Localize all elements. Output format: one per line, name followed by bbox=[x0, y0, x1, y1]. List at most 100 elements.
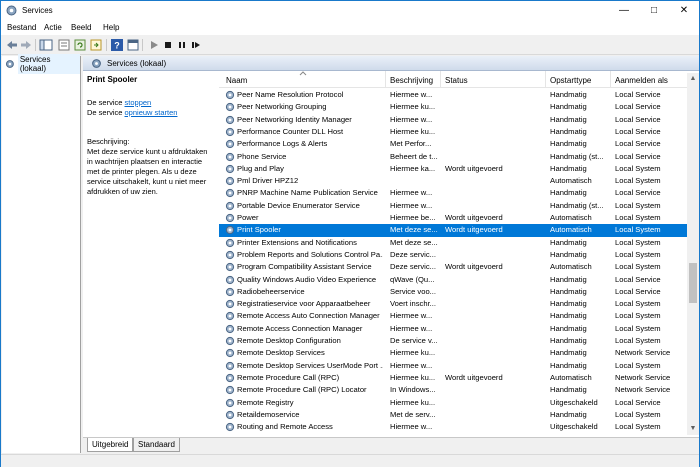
service-startup-type: Handmatig bbox=[550, 90, 587, 99]
restart-service-icon[interactable] bbox=[189, 38, 203, 52]
tab-extended[interactable]: Uitgebreid bbox=[87, 438, 134, 452]
service-name: Problem Reports and Solutions Control Pa… bbox=[237, 249, 383, 259]
table-row[interactable]: Printer Extensions and Notifications Met … bbox=[219, 237, 689, 249]
service-startup-type: Handmatig bbox=[550, 274, 587, 284]
table-row[interactable]: Phone Service Beheert de t... Handmatig (s… bbox=[219, 151, 689, 163]
scroll-down-icon[interactable]: ▼ bbox=[687, 423, 699, 435]
table-row[interactable]: Remote Procedure Call (RPC) Hiermee ku...… bbox=[219, 372, 689, 384]
properties-icon[interactable] bbox=[57, 38, 71, 52]
restart-service-link[interactable]: opnieuw starten bbox=[125, 108, 178, 117]
table-row[interactable]: Portable Device Enumerator Service Hierme… bbox=[219, 200, 689, 212]
service-log-on-as: Local Service bbox=[615, 397, 661, 407]
table-row[interactable]: Quality Windows Audio Video Experience qW… bbox=[219, 274, 689, 286]
sort-ascending-icon bbox=[299, 71, 307, 76]
table-row[interactable]: Routing and Remote Access Hiermee w... Uit… bbox=[219, 421, 689, 433]
column-separator[interactable] bbox=[440, 71, 441, 88]
service-gear-icon bbox=[225, 299, 235, 309]
forward-arrow-icon[interactable] bbox=[19, 38, 33, 52]
service-description: Hiermee w... bbox=[390, 422, 433, 432]
restart-service-line: De service opnieuw starten bbox=[87, 108, 177, 117]
table-row[interactable]: Remote Desktop Services UserMode Port ..… bbox=[219, 360, 689, 372]
table-row[interactable]: Performance Counter DLL Host Hiermee ku..… bbox=[219, 126, 689, 138]
scroll-up-icon[interactable]: ▲ bbox=[687, 73, 699, 85]
pause-service-icon[interactable] bbox=[175, 38, 189, 52]
service-name: Remote Registry bbox=[237, 397, 294, 407]
mmc-console-icon[interactable] bbox=[126, 38, 140, 52]
table-row[interactable]: Peer Networking Grouping Hiermee ku... Han… bbox=[219, 101, 689, 113]
service-name: Remote Desktop Configuration bbox=[237, 336, 341, 345]
column-header-name[interactable]: Naam bbox=[226, 76, 247, 85]
service-log-on-as: Local System bbox=[615, 163, 661, 173]
menu-bestand[interactable]: Bestand bbox=[7, 23, 36, 32]
table-row[interactable]: Remote Desktop Services Hiermee ku... Hand… bbox=[219, 347, 689, 359]
tree-item-services-local[interactable]: Services (lokaal) bbox=[5, 54, 80, 74]
vertical-scrollbar[interactable]: ▲ ▼ bbox=[687, 73, 699, 435]
refresh-icon[interactable] bbox=[73, 38, 87, 52]
table-row[interactable]: Program Compatibility Assistant Service D… bbox=[219, 261, 689, 273]
table-row[interactable]: Plug and Play Hiermee ka... Wordt uitgevoe… bbox=[219, 163, 689, 175]
scrollbar-thumb[interactable] bbox=[689, 263, 697, 303]
column-separator[interactable] bbox=[545, 71, 546, 88]
table-row[interactable]: Performance Logs & Alerts Met Perfor... Ha… bbox=[219, 138, 689, 150]
table-row[interactable]: Power Hiermee be... Wordt uitgevoerd Automa… bbox=[219, 212, 689, 224]
stop-service-icon[interactable] bbox=[161, 38, 175, 52]
service-gear-icon bbox=[225, 336, 235, 346]
help-icon[interactable]: ? bbox=[110, 38, 124, 52]
service-gear-icon bbox=[225, 410, 235, 419]
column-header-description[interactable]: Beschrijving bbox=[390, 76, 433, 85]
table-row[interactable]: Remote Registry Hiermee ku... Uitgeschakel… bbox=[219, 397, 689, 409]
tab-standard[interactable]: Standaard bbox=[133, 438, 180, 452]
description-text-line: service uitschakelt, kunt u niet meer bbox=[87, 177, 207, 186]
service-log-on-as: Local Service bbox=[615, 151, 661, 161]
table-row[interactable]: Peer Networking Identity Manager Hiermee … bbox=[219, 114, 689, 126]
service-startup-type: Handmatig bbox=[550, 139, 587, 149]
service-name: Power bbox=[237, 213, 259, 222]
services-window: Services — □ ✕ Bestand Actie Beeld Help … bbox=[0, 0, 700, 467]
table-row[interactable]: Radiobeheerservice Service voo... Handmati… bbox=[219, 286, 689, 298]
table-row[interactable]: Peer Name Resolution Protocol Hiermee w..… bbox=[219, 89, 689, 101]
services-pane: Services (lokaal) Print Spooler De servi… bbox=[83, 56, 699, 453]
table-row[interactable]: Remote Access Auto Connection Manager Hie… bbox=[219, 310, 689, 322]
table-row[interactable]: PNRP Machine Name Publication Service Hie… bbox=[219, 187, 689, 199]
service-description: Met Perfor... bbox=[390, 139, 432, 149]
table-row[interactable]: Registratieservice voor Apparaatbeheer Vo… bbox=[219, 298, 689, 310]
table-row[interactable]: Print Spooler Met deze se... Wordt uitgevo… bbox=[219, 224, 689, 237]
service-log-on-as: Local Service bbox=[615, 102, 661, 112]
column-header-status[interactable]: Status bbox=[445, 76, 468, 85]
service-name: Routing and Remote Access bbox=[237, 422, 333, 432]
back-arrow-icon[interactable] bbox=[5, 38, 19, 52]
table-row[interactable]: Retaildemoservice Met de serv... Handmatig… bbox=[219, 409, 689, 421]
service-startup-type: Handmatig bbox=[550, 299, 587, 309]
title-bar[interactable]: Services — □ ✕ bbox=[1, 1, 699, 20]
table-row[interactable]: Remote Access Connection Manager Hiermee … bbox=[219, 323, 689, 335]
table-row[interactable]: Problem Reports and Solutions Control Pa… bbox=[219, 249, 689, 261]
service-description: Deze servic... bbox=[390, 262, 436, 272]
stop-service-link[interactable]: stoppen bbox=[125, 98, 152, 107]
menu-bar: Bestand Actie Beeld Help bbox=[1, 20, 699, 35]
menu-help[interactable]: Help bbox=[103, 23, 119, 32]
description-text-line: in wachtrijen plaatsen en interactie bbox=[87, 157, 203, 166]
service-startup-type: Automatisch bbox=[550, 176, 592, 186]
menu-beeld[interactable]: Beeld bbox=[71, 23, 91, 32]
table-row[interactable]: Pml Driver HPZ12 Automatisch Local System bbox=[219, 175, 689, 187]
export-list-icon[interactable] bbox=[89, 38, 103, 52]
stop-prefix: De service bbox=[87, 98, 125, 107]
services-list[interactable]: Naam Beschrijving Status Opstarttype Aan… bbox=[219, 71, 699, 433]
service-startup-type: Handmatig bbox=[550, 311, 587, 321]
column-header-log-on-as[interactable]: Aanmelden als bbox=[615, 76, 668, 85]
table-row[interactable]: Remote Desktop Configuration De service v… bbox=[219, 335, 689, 347]
menu-actie[interactable]: Actie bbox=[44, 23, 62, 32]
start-service-icon[interactable] bbox=[147, 38, 161, 52]
close-button[interactable]: ✕ bbox=[669, 1, 699, 20]
service-description: Hiermee w... bbox=[390, 188, 433, 198]
service-description: In Windows... bbox=[390, 385, 436, 395]
minimize-button[interactable]: — bbox=[609, 1, 639, 20]
table-row[interactable]: Remote Procedure Call (RPC) Locator In Wi… bbox=[219, 384, 689, 396]
show-tree-icon[interactable] bbox=[39, 38, 53, 52]
column-separator[interactable] bbox=[610, 71, 611, 88]
column-separator[interactable] bbox=[385, 71, 386, 88]
column-header-startup-type[interactable]: Opstarttype bbox=[550, 76, 591, 85]
service-name: Remote Access Connection Manager bbox=[237, 323, 363, 333]
maximize-button[interactable]: □ bbox=[639, 1, 669, 20]
service-log-on-as: Local System bbox=[615, 237, 661, 247]
